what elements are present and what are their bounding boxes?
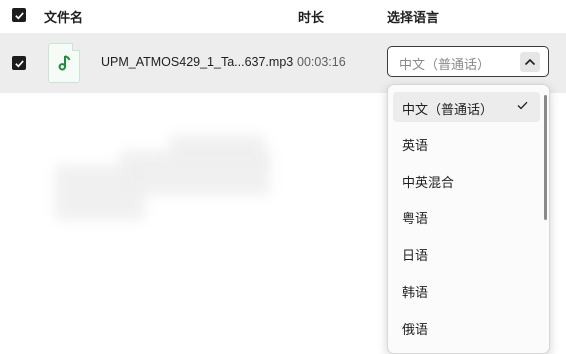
row-checkbox[interactable] [12, 56, 26, 70]
language-select[interactable]: 中文（普通话） [387, 46, 549, 77]
blurred-region [170, 135, 265, 170]
music-note-icon [58, 55, 71, 71]
check-icon [14, 11, 24, 19]
column-header-file-name: 文件名 [44, 11, 84, 26]
language-select-value: 中文（普通话） [399, 58, 491, 73]
language-option-cantonese[interactable]: 粤语 [393, 201, 540, 231]
language-dropdown-menu: 中文（普通话） 英语 中英混合 粤语 日语 韩语 俄语 [387, 84, 550, 354]
column-header-language: 选择语言 [387, 11, 440, 26]
checkmark-icon [517, 101, 528, 110]
audio-file-icon [48, 43, 80, 83]
language-option-mixed[interactable]: 中英混合 [393, 165, 540, 195]
select-all-checkbox[interactable] [12, 8, 26, 22]
dropdown-scrollbar[interactable] [544, 95, 547, 220]
chevron-up-icon[interactable] [520, 52, 540, 72]
language-option-mandarin[interactable]: 中文（普通话） [393, 92, 540, 122]
language-option-japanese[interactable]: 日语 [393, 238, 540, 268]
table-header: 文件名 时长 选择语言 [0, 0, 566, 32]
language-option-korean[interactable]: 韩语 [393, 275, 540, 305]
file-duration: 00:03:16 [297, 55, 346, 69]
column-header-duration: 时长 [298, 11, 325, 26]
language-option-russian[interactable]: 俄语 [393, 312, 540, 342]
check-icon [14, 59, 24, 67]
language-option-english[interactable]: 英语 [393, 128, 540, 158]
file-name: UPM_ATMOS429_1_Ta...637.mp3 [101, 55, 294, 69]
